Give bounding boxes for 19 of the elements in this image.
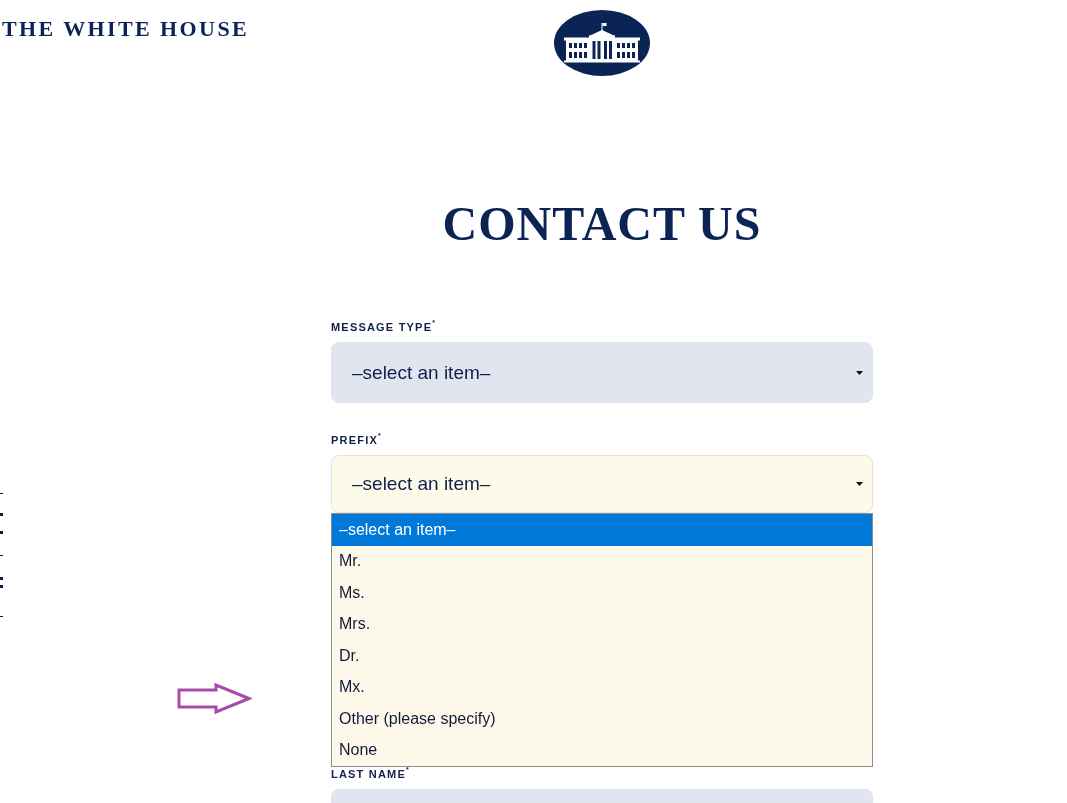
- caret-icon: [856, 482, 863, 486]
- site-name[interactable]: THE WHITE HOUSE: [2, 16, 250, 42]
- select-field[interactable]: –select an item–: [331, 342, 873, 403]
- arrow-icon: [177, 683, 252, 714]
- page-title: CONTACT US: [441, 200, 763, 248]
- dropdown-option[interactable]: Mrs.: [332, 608, 872, 640]
- dropdown-option[interactable]: Mx.: [332, 671, 872, 703]
- dropdown-option[interactable]: –select an item–: [332, 514, 872, 546]
- field-label: PREFIX$^{*}$: [331, 434, 382, 447]
- dropdown-option[interactable]: Other (please specify): [332, 703, 872, 735]
- caret-icon: [856, 370, 863, 375]
- field-label: MESSAGE TYPE$^{*}$: [331, 321, 437, 334]
- select-field[interactable]: –select an item–: [331, 455, 873, 513]
- text-field[interactable]: [331, 789, 873, 803]
- dropdown-option[interactable]: Dr.: [332, 640, 872, 672]
- dropdown-option[interactable]: Ms.: [332, 577, 872, 609]
- dropdown-option[interactable]: Mr.: [332, 545, 872, 577]
- field-label: LAST NAME$^{*}$: [331, 768, 410, 781]
- dropdown-option[interactable]: None: [332, 734, 872, 766]
